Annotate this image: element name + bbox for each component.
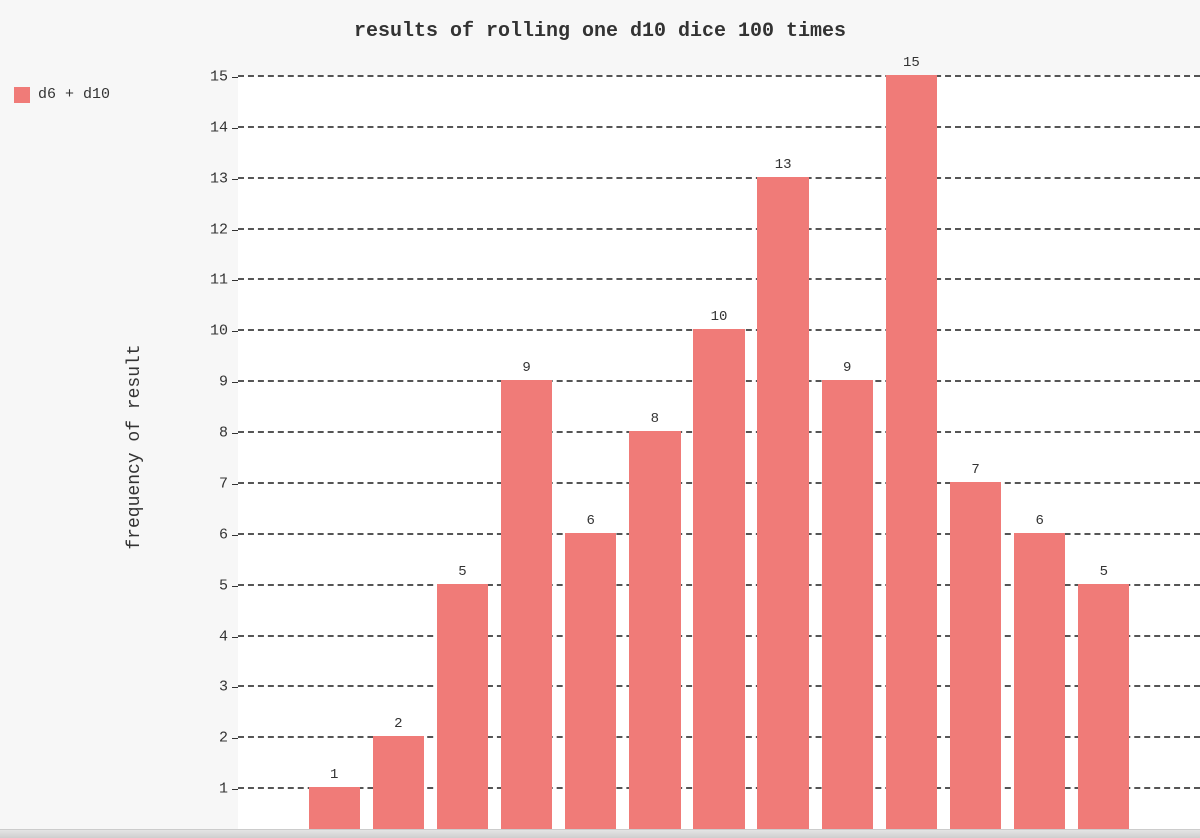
y-tick-label: 7 — [219, 475, 228, 492]
bar-value-label: 6 — [1035, 513, 1043, 529]
bar: 2 — [373, 736, 424, 838]
bar-value-label: 10 — [711, 309, 728, 325]
bar: 6 — [1014, 533, 1065, 838]
bar-value-label: 2 — [394, 716, 402, 732]
y-tick-label: 2 — [219, 730, 228, 747]
bars: 1259681013915765 — [238, 75, 1200, 838]
bar-value-label: 8 — [651, 411, 659, 427]
legend-label: d6 + d10 — [38, 86, 110, 103]
y-tick-label: 3 — [219, 679, 228, 696]
y-tick-label: 13 — [210, 170, 228, 187]
chart-title: results of rolling one d10 dice 100 time… — [0, 20, 1200, 43]
y-tick-label: 11 — [210, 272, 228, 289]
bar: 7 — [950, 482, 1001, 838]
y-tick-label: 15 — [210, 69, 228, 86]
bottom-scroll-strip — [0, 829, 1200, 838]
bar: 13 — [757, 177, 808, 838]
bar: 10 — [693, 329, 744, 838]
bar: 9 — [822, 380, 873, 838]
bar-value-label: 1 — [330, 767, 338, 783]
y-tick-label: 5 — [219, 577, 228, 594]
bar: 9 — [501, 380, 552, 838]
plot-area: 0123456789101112131415 1259681013915765 — [238, 75, 1200, 838]
bar-value-label: 9 — [522, 360, 530, 376]
bar: 8 — [629, 431, 680, 838]
legend: d6 + d10 — [14, 86, 110, 103]
bar-value-label: 13 — [775, 157, 792, 173]
y-tick-label: 9 — [219, 374, 228, 391]
legend-swatch — [14, 87, 30, 103]
y-tick-label: 8 — [219, 425, 228, 442]
y-tick-label: 1 — [219, 781, 228, 798]
bar-value-label: 5 — [458, 564, 466, 580]
bar: 15 — [886, 75, 937, 838]
chart-frame: frequency of result 01234567891011121314… — [140, 55, 1200, 838]
bar: 6 — [565, 533, 616, 838]
y-tick-label: 12 — [210, 221, 228, 238]
y-axis-label: frequency of result — [125, 344, 145, 549]
bar-value-label: 9 — [843, 360, 851, 376]
bar-value-label: 6 — [587, 513, 595, 529]
y-tick-label: 6 — [219, 526, 228, 543]
bar: 5 — [437, 584, 488, 838]
bar: 5 — [1078, 584, 1129, 838]
bar-value-label: 7 — [971, 462, 979, 478]
y-tick-label: 4 — [219, 628, 228, 645]
y-tick-label: 14 — [210, 119, 228, 136]
y-tick-label: 10 — [210, 323, 228, 340]
bar-value-label: 15 — [903, 55, 920, 71]
bar-value-label: 5 — [1100, 564, 1108, 580]
